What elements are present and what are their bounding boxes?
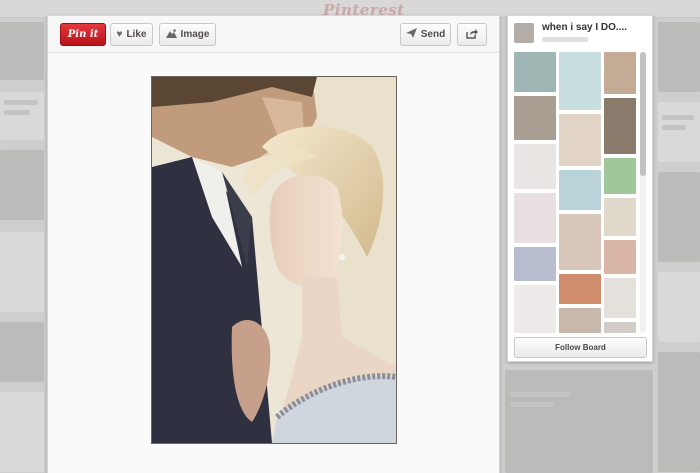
- scrollbar-thumb[interactable]: [640, 52, 646, 176]
- image-button[interactable]: Image: [159, 23, 216, 46]
- background-pin: [505, 370, 653, 473]
- paper-plane-icon: [405, 28, 417, 41]
- like-button[interactable]: ♥ Like: [110, 23, 153, 46]
- board-thumbnail[interactable]: [604, 98, 636, 154]
- background-pin: [658, 272, 700, 342]
- like-label: Like: [126, 29, 147, 40]
- board-thumbnail[interactable]: [604, 322, 636, 333]
- board-thumbnail[interactable]: [604, 240, 636, 274]
- pin-it-button[interactable]: Pin it: [60, 23, 106, 46]
- follow-board-button[interactable]: Follow Board: [514, 337, 647, 358]
- image-icon: [165, 28, 177, 41]
- send-button[interactable]: Send: [400, 23, 451, 46]
- board-thumbnail[interactable]: [559, 52, 601, 110]
- send-label: Send: [420, 29, 446, 40]
- board-thumbnail[interactable]: [559, 274, 601, 304]
- background-text-line: [662, 125, 686, 130]
- share-button[interactable]: [457, 23, 487, 46]
- board-panel: when i say I DO.... Follow Board: [507, 15, 653, 362]
- background-pin: [0, 392, 44, 472]
- background-text-line: [510, 402, 554, 407]
- board-thumbnail[interactable]: [514, 96, 556, 140]
- board-owner-name[interactable]: [542, 37, 588, 42]
- background-pin: [658, 102, 700, 162]
- image-label: Image: [180, 29, 210, 40]
- background-text-line: [4, 100, 38, 105]
- board-thumbnail[interactable]: [514, 285, 556, 333]
- background-pin: [658, 352, 700, 472]
- board-thumbnail[interactable]: [559, 170, 601, 210]
- board-thumbnail[interactable]: [604, 278, 636, 318]
- background-pin: [0, 22, 44, 80]
- board-thumbnail[interactable]: [604, 158, 636, 194]
- board-thumbnail[interactable]: [604, 52, 636, 94]
- background-text-line: [662, 115, 694, 120]
- board-thumbnail[interactable]: [559, 114, 601, 166]
- board-thumbnail[interactable]: [559, 214, 601, 270]
- board-thumbnail[interactable]: [514, 144, 556, 189]
- pin-closeup-panel: Pin it ♥ Like Image Send: [47, 15, 500, 473]
- pin-toolbar: Pin it ♥ Like Image Send: [48, 16, 499, 53]
- background-pin: [0, 150, 44, 220]
- board-thumbnail[interactable]: [604, 198, 636, 236]
- background-text-line: [510, 392, 570, 397]
- pin-image[interactable]: [151, 76, 397, 444]
- pin-it-label: Pin it: [67, 29, 99, 40]
- board-thumbnail[interactable]: [514, 52, 556, 92]
- background-text-line: [4, 110, 30, 115]
- heart-icon: ♥: [116, 28, 123, 40]
- board-thumbnail[interactable]: [559, 308, 601, 333]
- board-thumbnail[interactable]: [514, 247, 556, 281]
- background-pin: [0, 322, 44, 382]
- board-title[interactable]: when i say I DO....: [542, 22, 650, 33]
- share-arrow-icon: [466, 28, 478, 42]
- board-thumbnail-grid: [514, 52, 638, 333]
- avatar[interactable]: [514, 23, 534, 43]
- wedding-photo: [152, 77, 396, 443]
- background-pin: [658, 172, 700, 262]
- board-scrollbar[interactable]: [640, 52, 646, 333]
- background-pin: [0, 232, 44, 312]
- background-pin: [658, 22, 700, 92]
- follow-board-label: Follow Board: [555, 343, 606, 352]
- board-thumbnail[interactable]: [514, 193, 556, 243]
